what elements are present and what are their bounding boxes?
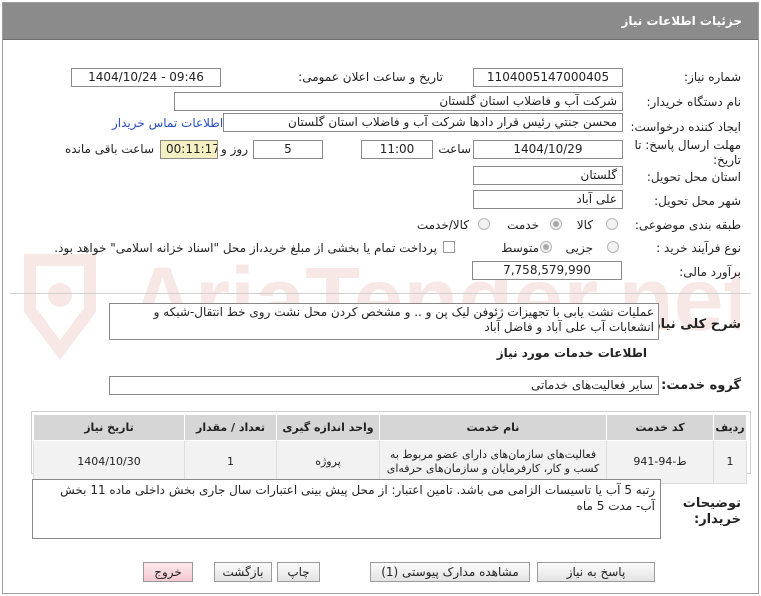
print-button[interactable]: چاپ: [277, 562, 320, 582]
buyer-org-label: نام دستگاه خریدار:: [646, 95, 742, 109]
treasury-payment-checkbox[interactable]: [443, 241, 455, 253]
announce-field: 1404/10/24 - 09:46: [71, 68, 221, 87]
creator-field: محسن جنتي رئیس قرار دادها شرکت آب و فاضل…: [223, 113, 623, 132]
purchase-option-minor-radio[interactable]: [607, 241, 619, 253]
creator-label: ایجاد کننده درخواست:: [630, 120, 741, 134]
purchase-option-medium-radio[interactable]: [540, 241, 552, 253]
days-label: روز و: [221, 142, 248, 156]
col-header-unit: واحد اندازه گیری: [276, 414, 380, 441]
cell-unit: پروژه: [276, 440, 380, 484]
cell-need-date: 1404/10/30: [33, 440, 185, 484]
section-divider: [10, 293, 751, 294]
need-number-label: شماره نیاز:: [684, 70, 741, 84]
province-field: گلستان: [473, 166, 623, 185]
need-number-field: 1104005147000405: [473, 68, 623, 87]
purchase-type-label: نوع فرآیند خرید :: [656, 241, 741, 255]
deadline-time-field: 11:00: [361, 140, 433, 159]
buyer-org-field: شرکت آب و فاضلاب استان گلستان: [174, 92, 623, 111]
description-label: شرح کلی نیاز:: [647, 317, 741, 332]
city-field: علی آباد: [473, 190, 623, 209]
col-header-row-number: ردیف: [713, 414, 747, 441]
city-label: شهر محل تحویل:: [654, 194, 741, 208]
treasury-payment-note: پرداخت تمام یا بخشی از مبلغ خرید،از محل …: [54, 241, 437, 255]
purchase-option-medium-label: متوسط: [501, 241, 539, 255]
description-text[interactable]: عملیات نشت یابی با تجهیزات ژئوفن لیک پن …: [109, 303, 659, 340]
announce-label: تاریخ و ساعت اعلان عمومی:: [298, 70, 443, 84]
cell-service-name: فعالیت‌های سازمان‌های دارای عضو مربوط به…: [379, 440, 607, 484]
cell-row-number: 1: [713, 440, 747, 484]
col-header-service-code: کد خدمت: [606, 414, 714, 441]
col-header-need-date: تاریخ نیاز: [33, 414, 185, 441]
service-group-label: گروه خدمت:: [661, 378, 741, 393]
buyer-contact-link[interactable]: اطلاعات تماس خریدار: [112, 116, 223, 130]
page-title: جزئیات اطلاعات نیاز: [621, 14, 742, 28]
buyer-notes-text[interactable]: رتبه 5 آب یا تاسیسات الزامی می باشد. تام…: [32, 479, 661, 539]
services-table: ردیف کد خدمت نام خدمت واحد اندازه گیری ت…: [33, 414, 747, 484]
category-option-both-radio[interactable]: [478, 218, 490, 230]
cell-quantity: 1: [184, 440, 277, 484]
category-option-service-radio[interactable]: [550, 218, 562, 230]
service-group-field: سایر فعالیت‌های خدماتی: [109, 376, 659, 395]
remaining-time-label: ساعت باقی مانده: [64, 142, 154, 156]
estimate-label: برآورد مالی:: [679, 265, 741, 279]
table-row: 1 ط-94-941 فعالیت‌های سازمان‌های دارای ع…: [33, 440, 747, 484]
deadline-time-label: ساعت: [438, 142, 471, 156]
back-button[interactable]: بازگشت: [214, 562, 272, 582]
buyer-notes-label: توضیحات خریدار:: [682, 496, 741, 527]
category-option-goods-label: کالا: [576, 218, 593, 232]
estimate-field: 7,758,579,990: [472, 261, 622, 280]
days-field: 5: [253, 140, 323, 159]
col-header-service-name: نام خدمت: [379, 414, 607, 441]
remaining-time-field: 00:11:17: [160, 140, 218, 159]
services-section-title: اطلاعات خدمات مورد نیاز: [496, 346, 647, 360]
category-option-both-label: کالا/خدمت: [416, 218, 469, 232]
title-bar: جزئیات اطلاعات نیاز: [3, 3, 758, 40]
category-option-service-label: خدمت: [507, 218, 539, 232]
col-header-quantity: تعداد / مقدار: [184, 414, 277, 441]
cell-service-code: ط-94-941: [606, 440, 714, 484]
exit-button[interactable]: خروج: [143, 562, 193, 582]
reply-to-need-button[interactable]: پاسخ به نیاز: [537, 562, 655, 582]
category-option-goods-radio[interactable]: [606, 218, 618, 230]
deadline-date-field: 1404/10/29: [473, 140, 623, 159]
province-label: استان محل تحویل:: [646, 170, 741, 184]
view-attachments-button[interactable]: مشاهده مدارک پیوستی (1): [370, 562, 530, 582]
deadline-label: مهلت ارسال پاسخ: تا تاریخ:: [634, 138, 741, 167]
purchase-option-minor-label: جزیی: [565, 241, 593, 255]
category-label: طبقه بندی موضوعی:: [634, 218, 741, 232]
